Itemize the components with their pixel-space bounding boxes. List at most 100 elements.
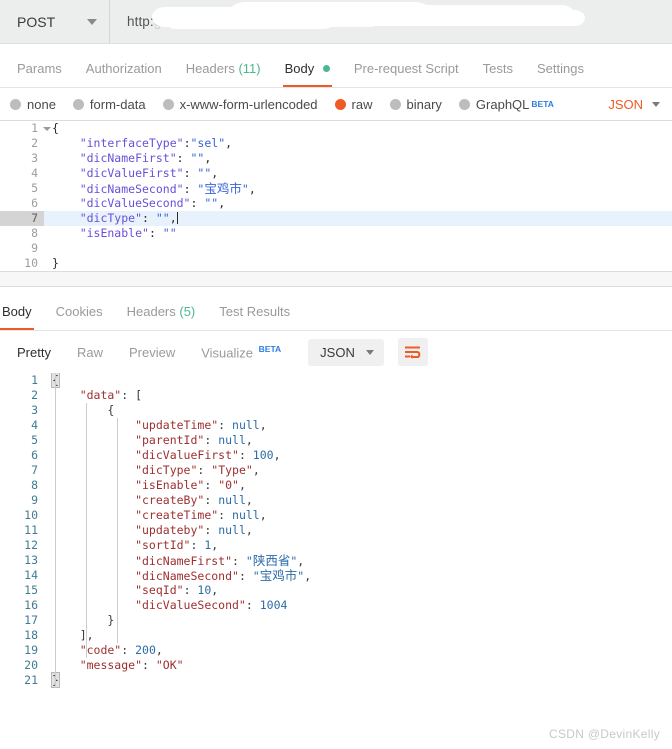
code-line[interactable]: 9 "createBy": null, (0, 493, 672, 508)
view-mode-visualize[interactable]: Visualize BETA (188, 344, 294, 360)
body-type-raw[interactable]: raw (334, 96, 373, 112)
line-number: 4 (31, 418, 38, 432)
token-punc: , (225, 136, 233, 150)
code-line[interactable]: 3 { (0, 403, 672, 418)
request-body-editor[interactable]: 1{2 "interfaceType":"sel", 3 "dicNameFirs… (0, 120, 672, 271)
view-mode-pretty[interactable]: Pretty (4, 345, 64, 360)
tab-body[interactable]: Body (273, 61, 342, 87)
url-input[interactable]: http:g ogetter paddTest (110, 0, 672, 43)
token-key: "updateTime" (52, 418, 219, 432)
token-punc: : (204, 523, 219, 537)
code-line[interactable]: 11 "updateby": null, (0, 523, 672, 538)
response-tab-body[interactable]: Body (0, 304, 44, 330)
body-type-urlencoded[interactable]: x-www-form-urlencoded (162, 97, 318, 112)
code-line[interactable]: 19 "code": 200, (0, 643, 672, 658)
code-text: "updateby": null, (44, 523, 672, 538)
view-mode-raw[interactable]: Raw (64, 345, 116, 360)
code-line[interactable]: 3 "dicNameFirst": "", (0, 151, 672, 166)
body-format-select[interactable]: JSON (608, 97, 664, 112)
tab-tests[interactable]: Tests (471, 61, 525, 87)
token-punc: { (52, 403, 115, 417)
response-tab-headers[interactable]: Headers (5) (115, 304, 208, 330)
token-punc: : (183, 583, 198, 597)
token-str: "" (190, 151, 205, 165)
token-nul: null (218, 493, 246, 507)
token-punc: ], (52, 628, 94, 642)
token-punc: } (52, 613, 115, 627)
response-tab-cookies[interactable]: Cookies (44, 304, 115, 330)
pane-divider[interactable] (0, 271, 672, 287)
code-line[interactable]: 10 "createTime": null, (0, 508, 672, 523)
radio-icon (334, 98, 346, 110)
tab-params[interactable]: Params (5, 61, 74, 87)
indent-guide (55, 373, 56, 688)
code-text: "parentId": null, (44, 433, 672, 448)
code-line[interactable]: 6 "dicValueFirst": 100, (0, 448, 672, 463)
line-number: 16 (24, 598, 38, 612)
code-line[interactable]: 2 "data": [ (0, 388, 672, 403)
body-type-form-data[interactable]: form-data (72, 97, 146, 112)
line-number: 12 (24, 538, 38, 552)
code-line[interactable]: 5 "dicNameSecond": "宝鸡市", (0, 181, 672, 196)
body-type-binary[interactable]: binary (389, 97, 442, 112)
code-line[interactable]: 8 "isEnable": "0", (0, 478, 672, 493)
code-line[interactable]: 1{ (0, 121, 672, 136)
token-punc: , (211, 538, 219, 552)
code-line[interactable]: 4 "dicValueFirst": "", (0, 166, 672, 181)
token-punc: : (121, 388, 136, 402)
body-type-label: GraphQL (475, 96, 530, 112)
code-line[interactable]: 14 "dicNameSecond": "宝鸡市", (0, 568, 672, 583)
code-line[interactable]: 18 ], (0, 628, 672, 643)
tab-settings[interactable]: Settings (525, 61, 596, 87)
view-mode-label: Raw (76, 344, 103, 360)
body-format-label: JSON (608, 96, 643, 112)
token-punc: : (190, 196, 205, 210)
code-line[interactable]: 21} (0, 672, 672, 688)
tab-headers[interactable]: Headers (11) (174, 61, 273, 87)
code-line[interactable]: 12 "sortId": 1, (0, 538, 672, 553)
code-line[interactable]: 6 "dicValueSecond": "", (0, 196, 672, 211)
view-mode-preview[interactable]: Preview (116, 345, 188, 360)
response-language-select[interactable]: JSON (308, 338, 384, 366)
token-key: "updateby" (52, 523, 205, 537)
code-line[interactable]: 16 "dicValueSecond": 1004 (0, 598, 672, 613)
request-url-bar: POST http:g ogetter paddTest (0, 0, 672, 44)
body-type-graphql[interactable]: GraphQL BETA (458, 96, 554, 112)
token-punc: , (248, 181, 256, 196)
token-str: "0" (218, 478, 239, 492)
code-line[interactable]: 10} (0, 256, 672, 271)
token-punc: , (259, 508, 267, 522)
radio-icon (389, 98, 401, 110)
code-text: "dicNameSecond": "宝鸡市", (44, 568, 672, 584)
token-punc: : (176, 151, 191, 165)
body-type-none[interactable]: none (10, 97, 56, 112)
code-line[interactable]: 20 "message": "OK" (0, 658, 672, 673)
code-line[interactable]: 4 "updateTime": null, (0, 418, 672, 433)
beta-badge: BETA (531, 99, 554, 109)
redaction-stroke (410, 10, 585, 26)
response-body-editor[interactable]: 1{2 "data": [3 {4 "updateTime": null,5 "… (0, 373, 672, 688)
response-tab-test-results[interactable]: Test Results (207, 304, 302, 330)
line-number: 8 (31, 226, 38, 240)
tab-authorization[interactable]: Authorization (74, 61, 174, 87)
code-line[interactable]: 13 "dicNameFirst": "陕西省", (0, 553, 672, 568)
radio-icon (162, 98, 174, 110)
code-line[interactable]: 17 } (0, 613, 672, 628)
token-punc: : (183, 181, 198, 196)
code-line[interactable]: 5 "parentId": null, (0, 433, 672, 448)
tab-label: Test Results (219, 304, 291, 319)
wrap-lines-button[interactable] (397, 338, 428, 366)
code-line[interactable]: 9 (0, 241, 672, 256)
tab-pre-request-script[interactable]: Pre-request Script (342, 61, 471, 87)
code-line[interactable]: 7 "dicType": "Type", (0, 463, 672, 478)
code-line[interactable]: 8 "isEnable": "" (0, 226, 672, 241)
token-punc: : (232, 553, 246, 568)
http-method-select[interactable]: POST (0, 0, 110, 43)
body-type-label: raw (351, 96, 373, 112)
code-line[interactable]: 2 "interfaceType":"sel", (0, 136, 672, 151)
code-text: "dicValueFirst": 100, (44, 448, 672, 463)
code-line[interactable]: 15 "seqId": 10, (0, 583, 672, 598)
code-line[interactable]: 1{ (0, 373, 672, 388)
code-line[interactable]: 7 "dicType": "", (0, 211, 672, 226)
token-punc: : (183, 166, 198, 180)
